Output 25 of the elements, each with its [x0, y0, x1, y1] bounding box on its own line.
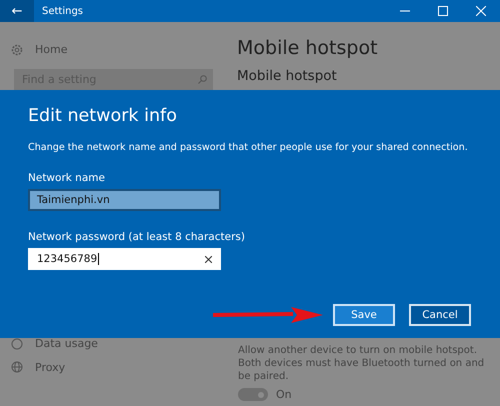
globe-icon — [11, 361, 23, 373]
window-title: Settings — [42, 6, 84, 16]
gear-icon — [11, 44, 23, 56]
dialog-description: Change the network name and password that other people use for your shared connection. — [28, 142, 468, 153]
clear-icon[interactable] — [205, 256, 212, 262]
cancel-button[interactable]: Cancel — [409, 304, 471, 326]
sidebar-item[interactable]: Proxy — [35, 360, 66, 374]
input-field[interactable]: 123456789 — [28, 248, 221, 270]
dialog-title: Edit network info — [28, 106, 178, 126]
toggle-label: On — [276, 388, 292, 401]
home-link[interactable]: Home — [35, 43, 68, 56]
close-icon[interactable] — [476, 6, 486, 16]
section-heading: Mobile hotspot — [237, 68, 338, 84]
field-label: Network password (at least 8 characters) — [28, 231, 246, 243]
field-label: Network name — [28, 172, 106, 184]
sidebar-item[interactable]: Data usage — [35, 338, 98, 350]
toggle-switch[interactable] — [238, 388, 268, 401]
circle-icon — [11, 338, 23, 350]
page-heading: Mobile hotspot — [237, 37, 379, 59]
maximize-icon[interactable] — [438, 6, 448, 16]
description-text: Allow another device to turn on mobile hotspot. Both devices must have Bluetooth turned on and be paired. — [238, 344, 486, 383]
save-button[interactable]: Save — [333, 304, 395, 326]
back-button[interactable]: ← — [0, 0, 34, 22]
input-field[interactable]: Taimienphi.vn — [28, 189, 221, 211]
search-icon — [198, 75, 207, 84]
